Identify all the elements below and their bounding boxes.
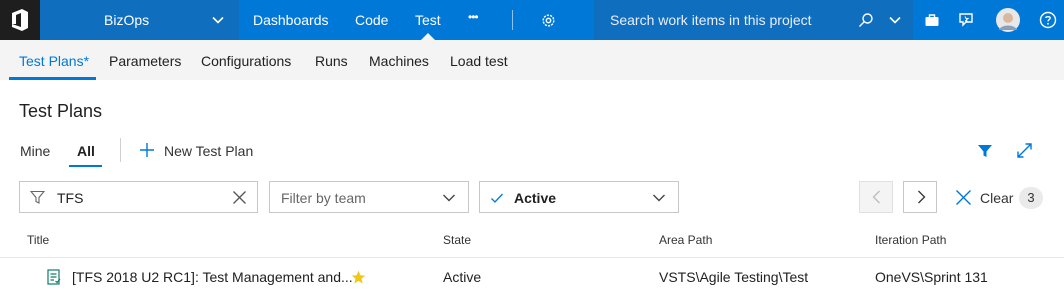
- column-header-title[interactable]: Title: [27, 233, 49, 247]
- clear-filters-button[interactable]: Clear: [980, 190, 1013, 206]
- project-switcher[interactable]: BizOps: [40, 0, 239, 40]
- expand-diagonal-icon[interactable]: [1016, 142, 1033, 164]
- column-header-iteration-path[interactable]: Iteration Path: [875, 233, 946, 247]
- gear-icon[interactable]: [540, 12, 557, 34]
- plus-icon[interactable]: [139, 142, 155, 163]
- keyword-filter-field[interactable]: TFS: [19, 181, 258, 213]
- row-area-path: VSTS\Agile Testing\Test: [659, 269, 809, 285]
- pivot-divider: [120, 138, 121, 162]
- more-icon[interactable]: •••: [468, 10, 479, 24]
- tab-runs[interactable]: Runs: [315, 53, 348, 69]
- tab-parameters[interactable]: Parameters: [109, 53, 181, 69]
- column-header-area-path[interactable]: Area Path: [659, 233, 712, 247]
- active-pivot-indicator: [69, 165, 102, 167]
- team-filter-dropdown[interactable]: Filter by team: [269, 181, 469, 213]
- chevron-down-icon: [442, 191, 456, 210]
- close-icon[interactable]: [232, 190, 247, 210]
- pivot-mine[interactable]: Mine: [20, 143, 50, 159]
- hub-tabs: Test Plans* Parameters Configurations Ru…: [0, 40, 1064, 80]
- column-header-state[interactable]: State: [443, 233, 471, 247]
- search-icon[interactable]: [858, 12, 874, 33]
- search-input[interactable]: Search work items in this project: [610, 12, 812, 28]
- chevron-right-icon: [914, 190, 928, 209]
- chevron-down-icon: [652, 191, 666, 210]
- nav-code[interactable]: Code: [355, 12, 388, 28]
- avatar[interactable]: [996, 8, 1020, 37]
- funnel-icon[interactable]: [977, 143, 993, 164]
- page-title: Test Plans: [19, 101, 103, 121]
- top-navigation-bar: BizOps Dashboards Code Test ••• Search w…: [0, 0, 1064, 40]
- favorite-star-icon[interactable]: [351, 270, 366, 290]
- tab-machines[interactable]: Machines: [369, 53, 429, 69]
- tab-configurations[interactable]: Configurations: [201, 53, 291, 69]
- keyword-filter-input[interactable]: TFS: [57, 190, 83, 206]
- header-divider: [0, 257, 1064, 258]
- row-iteration-path: OneVS\Sprint 131: [875, 269, 988, 285]
- nav-test[interactable]: Test: [415, 12, 441, 28]
- nav-dashboards[interactable]: Dashboards: [253, 12, 329, 28]
- active-tab-indicator: [9, 77, 96, 80]
- chevron-down-icon: [211, 13, 225, 32]
- chevron-left-icon: [870, 190, 884, 209]
- search-box[interactable]: Search work items in this project: [594, 0, 913, 40]
- tab-test-plans[interactable]: Test Plans*: [19, 53, 89, 69]
- close-icon[interactable]: [955, 189, 972, 211]
- state-filter-dropdown[interactable]: Active: [479, 181, 679, 213]
- nav-divider: [512, 10, 513, 30]
- pivot-all[interactable]: All: [77, 143, 95, 159]
- next-button[interactable]: [903, 181, 937, 213]
- row-title[interactable]: [TFS 2018 U2 RC1]: Test Management and..…: [72, 269, 353, 285]
- row-state: Active: [443, 269, 482, 285]
- state-filter-value: Active: [514, 190, 557, 206]
- active-nav-indicator: [421, 33, 435, 40]
- tab-load-test[interactable]: Load test: [450, 53, 508, 69]
- filter-icon: [29, 190, 46, 210]
- briefcase-icon[interactable]: [924, 12, 940, 33]
- previous-button[interactable]: [859, 181, 893, 213]
- project-name: BizOps: [104, 12, 150, 28]
- help-icon[interactable]: [1039, 11, 1057, 34]
- checkmark-icon: [490, 191, 504, 210]
- chevron-down-icon[interactable]: [888, 13, 902, 32]
- logo-icon[interactable]: [0, 0, 40, 40]
- team-filter-placeholder: Filter by team: [281, 190, 366, 206]
- feedback-icon[interactable]: [957, 11, 975, 34]
- new-test-plan-button[interactable]: New Test Plan: [164, 143, 253, 159]
- filter-count-badge: 3: [1019, 187, 1043, 209]
- test-plan-icon: [47, 269, 61, 290]
